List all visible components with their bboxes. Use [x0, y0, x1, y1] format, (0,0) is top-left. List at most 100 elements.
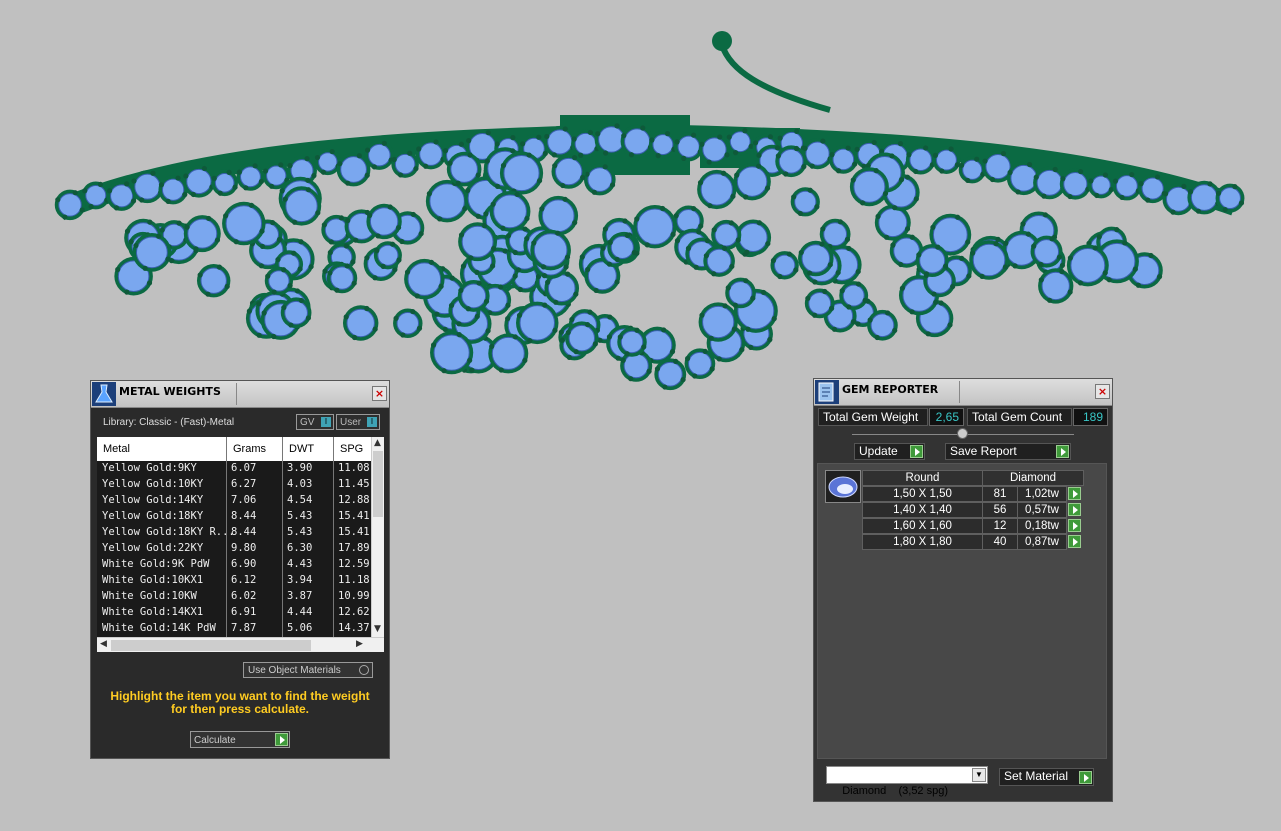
diamond-gem: [714, 223, 738, 247]
scroll-down-icon[interactable]: ▼: [374, 624, 381, 634]
prong: [572, 220, 578, 226]
prong: [989, 176, 996, 183]
gv-toggle[interactable]: GV I: [296, 414, 334, 430]
column-divider[interactable]: [333, 437, 334, 637]
prong: [711, 271, 717, 277]
prong: [259, 243, 266, 250]
use-object-materials-toggle[interactable]: Use Object Materials: [243, 662, 373, 678]
table-row[interactable]: Yellow Gold:18KY R... 8.44 5.43 15.41: [97, 525, 372, 542]
diamond-gem: [187, 218, 218, 249]
gem-report-area[interactable]: Round Diamond 1,50 X 1,50 81 1,02tw 1,40 X …: [817, 463, 1107, 759]
diamond-gem: [823, 222, 848, 247]
col-spg[interactable]: SPG: [340, 443, 363, 455]
prong: [707, 203, 713, 209]
scroll-thumb[interactable]: [373, 451, 383, 517]
prong: [595, 131, 601, 137]
prong: [1067, 255, 1073, 261]
column-divider[interactable]: [226, 437, 227, 637]
diamond-gem: [433, 334, 470, 371]
grams-value: 8.44: [231, 526, 257, 538]
table-row[interactable]: White Gold:9K PdW 6.90 4.43 12.59: [97, 557, 372, 574]
grams-value: 6.02: [231, 590, 257, 602]
prong: [395, 224, 402, 231]
set-material-label: Set Material: [1004, 769, 1069, 783]
select-gems-play-icon[interactable]: [1068, 535, 1081, 548]
prong: [404, 269, 411, 275]
column-divider[interactable]: [282, 437, 283, 637]
col-metal[interactable]: Metal: [103, 443, 130, 455]
prong: [897, 141, 904, 147]
prong: [505, 316, 511, 322]
prong: [1056, 254, 1063, 260]
gem-shape-header: Round: [862, 470, 983, 486]
gem-reporter-titlebar[interactable]: GEM REPORTER ×: [814, 379, 1112, 406]
metal-table[interactable]: Metal Grams DWT SPG Yellow Gold:9KY 6.07 3…: [97, 437, 384, 652]
horizontal-scrollbar[interactable]: ◀ ▶: [97, 637, 384, 652]
prong: [281, 304, 287, 311]
diamond-gem: [519, 305, 556, 341]
splitter-knob-icon[interactable]: [957, 428, 968, 439]
diamond-gem: [1036, 169, 1063, 196]
update-button[interactable]: Update: [854, 443, 925, 460]
select-gems-play-icon[interactable]: [1068, 519, 1081, 532]
diamond-gem: [893, 237, 920, 265]
metal-name: Yellow Gold:14KY: [102, 494, 204, 506]
table-row[interactable]: Yellow Gold:10KY 6.27 4.03 11.45: [97, 477, 372, 494]
close-icon[interactable]: ×: [1095, 384, 1110, 399]
col-dwt[interactable]: DWT: [289, 443, 314, 455]
select-gems-play-icon[interactable]: [1068, 487, 1081, 500]
prong: [885, 310, 891, 316]
set-material-button[interactable]: Set Material: [999, 768, 1094, 786]
prong: [226, 169, 232, 175]
prong: [587, 309, 593, 315]
prong: [510, 148, 516, 154]
prong: [269, 219, 276, 226]
prong: [305, 315, 312, 321]
prong: [338, 215, 344, 221]
prong: [703, 253, 709, 259]
prong: [644, 242, 650, 248]
prong: [474, 269, 480, 275]
table-row[interactable]: Yellow Gold:9KY 6.07 3.90 11.08: [97, 461, 372, 478]
prong: [364, 255, 370, 261]
table-row[interactable]: White Gold:10KX1 6.12 3.94 11.18: [97, 573, 372, 590]
save-report-button[interactable]: Save Report: [945, 443, 1071, 460]
table-row[interactable]: Yellow Gold:22KY 9.80 6.30 17.89: [97, 541, 372, 558]
scroll-left-icon[interactable]: ◀: [100, 639, 107, 649]
chevron-down-icon[interactable]: ▼: [972, 768, 986, 782]
prong: [634, 216, 640, 222]
prong: [540, 264, 547, 270]
calculate-button[interactable]: Calculate: [190, 731, 290, 748]
prong: [281, 267, 287, 273]
metal-weights-titlebar[interactable]: METAL WEIGHTS ×: [91, 381, 389, 408]
col-grams[interactable]: Grams: [233, 443, 266, 455]
prong: [468, 255, 474, 261]
prong: [696, 229, 702, 235]
prong: [466, 138, 472, 144]
play-icon: [1056, 445, 1069, 458]
table-row[interactable]: White Gold:14K PdW 7.87 5.06 14.37: [97, 621, 372, 638]
table-row[interactable]: White Gold:10KW 6.02 3.87 10.99: [97, 589, 372, 606]
table-row[interactable]: Yellow Gold:14KY 7.06 4.54 12.88: [97, 493, 372, 510]
scroll-right-icon[interactable]: ▶: [356, 639, 363, 649]
close-icon[interactable]: ×: [372, 386, 387, 401]
prong: [655, 153, 661, 159]
prong: [770, 257, 777, 264]
prong: [801, 164, 807, 170]
vertical-scrollbar[interactable]: ▲ ▼: [371, 437, 384, 637]
total-gem-weight-label: Total Gem Weight: [818, 408, 928, 426]
material-dropdown[interactable]: Diamond (3,52 spg) ▼: [826, 766, 988, 797]
prong: [1088, 178, 1094, 184]
prong: [874, 334, 880, 341]
prong: [1059, 268, 1065, 275]
table-row[interactable]: White Gold:14KX1 6.91 4.44 12.62: [97, 605, 372, 622]
diamond-gem: [85, 184, 107, 206]
select-gems-play-icon[interactable]: [1068, 503, 1081, 516]
prong: [979, 273, 985, 280]
scroll-up-icon[interactable]: ▲: [374, 438, 381, 448]
prong: [1112, 178, 1119, 184]
prong: [491, 245, 497, 252]
scroll-thumb[interactable]: [111, 640, 311, 651]
table-row[interactable]: Yellow Gold:18KY 8.44 5.43 15.41: [97, 509, 372, 526]
user-toggle[interactable]: User I: [336, 414, 380, 430]
